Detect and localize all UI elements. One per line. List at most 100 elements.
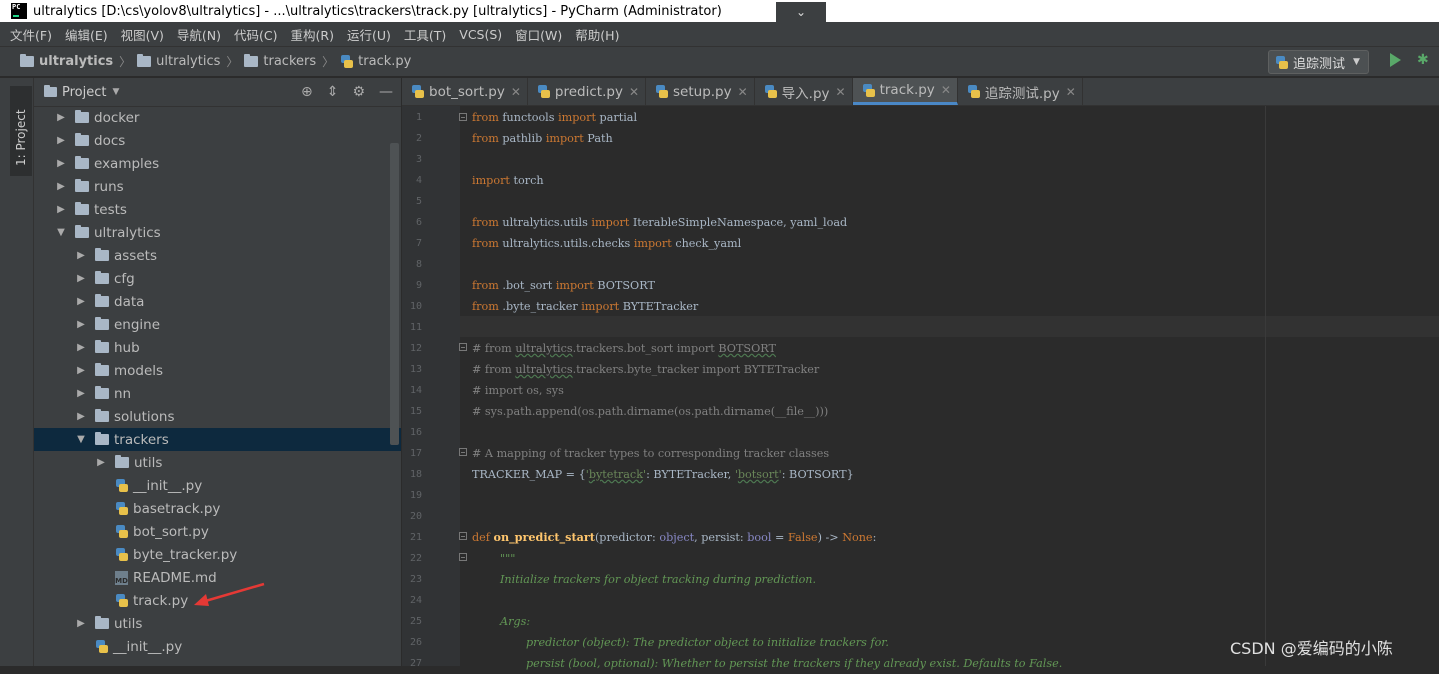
fold-marker-icon[interactable] (459, 113, 467, 121)
expand-arrow-icon[interactable]: ▶ (76, 342, 86, 353)
collapse-all-icon[interactable]: ⇕ (327, 84, 339, 100)
tree-item-label: __init__.py (113, 638, 183, 655)
run-configuration-select[interactable]: 追踪测试 ▼ (1268, 50, 1369, 74)
collapse-arrow-icon[interactable]: ▼ (76, 434, 86, 445)
close-icon[interactable]: ✕ (836, 85, 846, 99)
menu-run[interactable]: 运行(U) (347, 25, 391, 44)
expand-arrow-icon[interactable]: ▶ (76, 411, 86, 422)
tree-item-docs[interactable]: ▶ docs (34, 129, 401, 152)
title-dropdown-button[interactable]: ⌄ (776, 2, 826, 22)
expand-arrow-icon[interactable]: ▶ (76, 388, 86, 399)
menu-navigate[interactable]: 导航(N) (177, 25, 221, 44)
expand-arrow-icon[interactable]: ▶ (56, 181, 66, 192)
line-number: 12 (409, 343, 422, 354)
fold-marker-icon[interactable] (459, 553, 467, 561)
expand-arrow-icon[interactable]: ▶ (76, 250, 86, 261)
line-number: 16 (409, 427, 422, 438)
tree-item-solutions[interactable]: ▶ solutions (34, 405, 401, 428)
menu-file[interactable]: 文件(F) (10, 25, 52, 44)
menu-help[interactable]: 帮助(H) (575, 25, 619, 44)
fold-marker-icon[interactable] (459, 343, 467, 351)
close-icon[interactable]: ✕ (511, 85, 521, 99)
close-icon[interactable]: ✕ (738, 85, 748, 99)
tree-item-label: docker (94, 109, 140, 126)
tree-item-examples[interactable]: ▶ examples (34, 152, 401, 175)
breadcrumb-file[interactable]: track.py (340, 54, 411, 69)
tree-item-engine[interactable]: ▶ engine (34, 313, 401, 336)
tree-item-label: ultralytics (94, 224, 161, 241)
close-icon[interactable]: ✕ (629, 85, 639, 99)
python-file-icon (115, 479, 128, 492)
gear-icon[interactable]: ⚙ (352, 84, 365, 100)
breadcrumb-trackers[interactable]: trackers (244, 54, 316, 69)
locate-target-icon[interactable]: ⊕ (301, 84, 313, 100)
menu-tools[interactable]: 工具(T) (404, 25, 446, 44)
close-icon[interactable]: ✕ (941, 83, 951, 97)
menu-edit[interactable]: 编辑(E) (65, 25, 108, 44)
tab-setup[interactable]: setup.py ✕ (646, 78, 755, 105)
tree-item-docker[interactable]: ▶ docker (34, 106, 401, 129)
expand-arrow-icon[interactable]: ▶ (76, 365, 86, 376)
python-file-icon (95, 640, 108, 653)
minimize-icon[interactable]: — (379, 84, 393, 100)
menu-refactor[interactable]: 重构(R) (291, 25, 334, 44)
close-icon[interactable]: ✕ (1066, 85, 1076, 99)
chevron-down-icon: ⌄ (795, 5, 807, 19)
python-file-icon (115, 502, 128, 515)
tree-item-models[interactable]: ▶ models (34, 359, 401, 382)
line-number: 9 (415, 280, 422, 291)
tab-tracking-test[interactable]: 追踪测试.py ✕ (958, 78, 1083, 105)
expand-arrow-icon[interactable]: ▶ (56, 112, 66, 123)
fold-marker-icon[interactable] (459, 532, 467, 540)
tab-predict[interactable]: predict.py ✕ (528, 78, 646, 105)
project-tree-scrollbar[interactable] (390, 143, 399, 445)
expand-arrow-icon[interactable]: ▶ (56, 135, 66, 146)
line-number: 5 (415, 196, 422, 207)
expand-arrow-icon[interactable]: ▶ (96, 457, 106, 468)
menu-view[interactable]: 视图(V) (121, 25, 164, 44)
run-icon[interactable] (1390, 53, 1401, 67)
menu-window[interactable]: 窗口(W) (515, 25, 562, 44)
expand-arrow-icon[interactable]: ▶ (76, 296, 86, 307)
tree-item-assets[interactable]: ▶ assets (34, 244, 401, 267)
tree-item-tests[interactable]: ▶ tests (34, 198, 401, 221)
folder-icon (95, 409, 109, 422)
expand-arrow-icon[interactable]: ▶ (76, 273, 86, 284)
breadcrumb-package[interactable]: ultralytics (137, 54, 220, 69)
tree-item-ultralytics[interactable]: ▼ ultralytics (34, 221, 401, 244)
tree-item-hub[interactable]: ▶ hub (34, 336, 401, 359)
tree-item-byte-tracker-py[interactable]: byte_tracker.py (34, 543, 401, 566)
tree-item-cfg[interactable]: ▶ cfg (34, 267, 401, 290)
expand-arrow-icon[interactable]: ▶ (76, 618, 86, 629)
tree-item-runs[interactable]: ▶ runs (34, 175, 401, 198)
tab-import[interactable]: 导入.py ✕ (755, 78, 853, 105)
tree-item-bot-sort-py[interactable]: bot_sort.py (34, 520, 401, 543)
tree-item-data[interactable]: ▶ data (34, 290, 401, 313)
tab-bot-sort[interactable]: bot_sort.py ✕ (402, 78, 528, 105)
debug-bug-icon[interactable]: ✱ (1417, 52, 1431, 68)
collapse-arrow-icon[interactable]: ▼ (56, 227, 66, 238)
tree-item-nn[interactable]: ▶ nn (34, 382, 401, 405)
expand-arrow-icon[interactable]: ▶ (56, 204, 66, 215)
expand-arrow-icon[interactable]: ▶ (56, 158, 66, 169)
annotation-arrow (194, 582, 265, 606)
expand-arrow-icon[interactable]: ▶ (76, 319, 86, 330)
tree-item-trackers-utils[interactable]: ▶ utils (34, 451, 401, 474)
project-tool-window-label[interactable]: 1: Project (14, 109, 28, 166)
folder-icon (75, 202, 89, 215)
tree-item-package-init-py[interactable]: __init__.py (34, 635, 401, 658)
fold-marker-icon[interactable] (459, 448, 467, 456)
tree-item-init-py[interactable]: __init__.py (34, 474, 401, 497)
project-view-selector[interactable]: Project (62, 85, 106, 100)
python-file-icon (340, 55, 354, 68)
chevron-down-icon[interactable]: ▼ (112, 87, 119, 97)
menu-code[interactable]: 代码(C) (234, 25, 277, 44)
tree-item-basetrack-py[interactable]: basetrack.py (34, 497, 401, 520)
tree-item-trackers[interactable]: ▼ trackers (34, 428, 401, 451)
breadcrumb-root[interactable]: ultralytics (20, 54, 113, 69)
folder-icon (95, 386, 109, 399)
tree-item-utils[interactable]: ▶ utils (34, 612, 401, 635)
tree-item-label: docs (94, 132, 126, 149)
tab-track[interactable]: track.py ✕ (852, 78, 958, 105)
menu-vcs[interactable]: VCS(S) (459, 27, 502, 42)
